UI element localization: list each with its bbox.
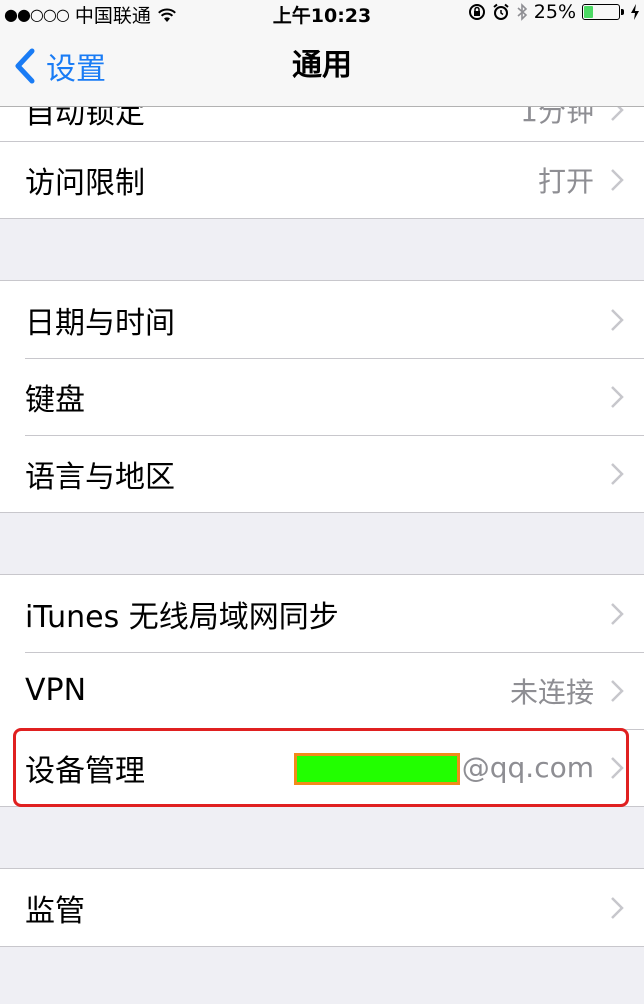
row-label: 设备管理 <box>25 753 145 789</box>
row-label: 语言与地区 <box>25 459 175 495</box>
row-value: 未连接 <box>509 675 594 709</box>
settings-group-network: iTunes 无线局域网同步 VPN 未连接 设备管理 @qq.com <box>0 574 644 807</box>
charging-bolt-icon <box>631 4 639 20</box>
settings-group-supervision: 监管 <box>0 868 644 947</box>
chevron-right-icon <box>611 756 624 779</box>
list-item-vpn[interactable]: VPN 未连接 <box>0 652 644 729</box>
list-item-itunes-wifi-sync[interactable]: iTunes 无线局域网同步 <box>0 575 644 652</box>
list-item-supervision[interactable]: 监管 <box>0 869 644 946</box>
row-label: 自动锁定 <box>25 107 145 131</box>
chevron-right-icon <box>611 679 624 702</box>
list-item-keyboard[interactable]: 键盘 <box>0 358 644 435</box>
chevron-right-icon <box>611 896 624 919</box>
bluetooth-icon <box>517 3 527 21</box>
chevron-right-icon <box>611 385 624 408</box>
list-item-language-region[interactable]: 语言与地区 <box>0 435 644 512</box>
settings-list: 自动锁定 1分钟 访问限制 打开 日期与时间 键盘 语言与地区 iTunes 无… <box>0 107 644 947</box>
list-item-date-time[interactable]: 日期与时间 <box>0 281 644 358</box>
list-item-restrictions[interactable]: 访问限制 打开 <box>0 141 644 218</box>
row-value: 打开 <box>537 165 594 198</box>
list-item-device-management[interactable]: 设备管理 @qq.com <box>0 728 644 807</box>
list-item-auto-lock[interactable]: 自动锁定 1分钟 <box>0 107 644 141</box>
account-domain: @qq.com <box>461 750 594 784</box>
settings-group-locale: 日期与时间 键盘 语言与地区 <box>0 280 644 513</box>
chevron-right-icon <box>611 602 624 625</box>
row-label: 日期与时间 <box>25 305 175 341</box>
rotation-lock-icon <box>468 4 485 20</box>
page-title: 通用 <box>292 48 352 83</box>
chevron-right-icon <box>611 308 624 331</box>
chevron-right-icon <box>611 169 624 191</box>
battery-tip-icon <box>621 9 624 15</box>
row-value: @qq.com <box>293 750 594 785</box>
chevron-right-icon <box>611 462 624 485</box>
row-label: 监管 <box>25 893 85 929</box>
alarm-icon <box>493 3 509 20</box>
row-label: 键盘 <box>25 382 85 418</box>
navigation-bar: 设置 通用 <box>0 26 644 107</box>
battery-percent: 25% <box>533 1 576 23</box>
redaction-box <box>293 752 460 785</box>
battery-icon <box>582 4 620 20</box>
row-label: 访问限制 <box>25 166 145 201</box>
row-label: VPN <box>25 673 87 708</box>
chevron-right-icon <box>611 107 624 121</box>
row-value: 1分钟 <box>520 107 594 128</box>
settings-group-lock: 自动锁定 1分钟 访问限制 打开 <box>0 107 644 219</box>
row-label: iTunes 无线局域网同步 <box>25 599 339 635</box>
status-bar: ●●○○○ 中国联通 上午10:23 25% <box>0 0 644 27</box>
